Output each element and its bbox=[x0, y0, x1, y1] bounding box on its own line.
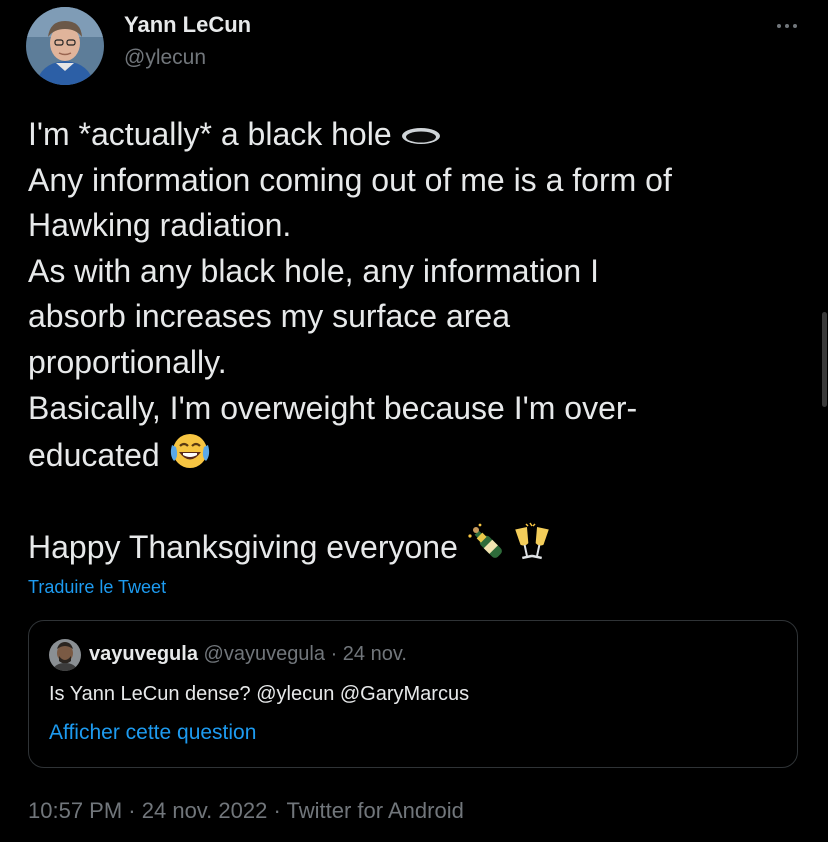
tweet-line: absorb increases my surface area bbox=[28, 298, 510, 335]
tweet-line: I'm *actually* a black hole bbox=[28, 112, 808, 158]
tweet-line: proportionally. bbox=[28, 343, 227, 380]
tweet-line-text: educated bbox=[28, 436, 160, 473]
quote-header: vayuvegula @vayuvegula · 24 nov. bbox=[89, 643, 407, 666]
tweet-line: Any information coming out of me is a fo… bbox=[28, 161, 672, 198]
tweet-line-text: Happy Thanksgiving everyone bbox=[28, 529, 458, 566]
quote-text: Is Yann LeCun dense? @ylecun @GaryMarcus bbox=[49, 683, 470, 705]
tweet-line-empty bbox=[28, 477, 808, 523]
more-horizontal-icon bbox=[777, 24, 797, 28]
quoted-tweet-card[interactable]: vayuvegula @vayuvegula · 24 nov. Is Yann… bbox=[28, 620, 798, 768]
tweet-metadata: 10:57 PM · 24 nov. 2022 · Twitter for An… bbox=[28, 798, 464, 824]
tweet-date[interactable]: 24 nov. 2022 bbox=[142, 798, 268, 823]
author-avatar[interactable] bbox=[26, 7, 104, 85]
tweet-line: Happy Thanksgiving everyone bbox=[28, 522, 808, 568]
hole-emoji bbox=[400, 114, 442, 160]
tweet-time[interactable]: 10:57 PM bbox=[28, 798, 122, 823]
quote-author-avatar[interactable] bbox=[49, 639, 81, 671]
quote-author-name[interactable]: vayuvegula bbox=[89, 643, 198, 665]
quote-separator: · bbox=[330, 643, 338, 665]
tweet-line-text: I'm *actually* a black hole bbox=[28, 116, 392, 152]
tweet-client[interactable]: Twitter for Android bbox=[287, 798, 464, 823]
tweet-line: As with any black hole, any information … bbox=[28, 252, 599, 289]
scrollbar-thumb[interactable] bbox=[822, 312, 827, 407]
author-handle[interactable]: @ylecun bbox=[124, 46, 206, 70]
quote-author-handle[interactable]: @vayuvegula bbox=[204, 643, 325, 665]
tweet-line: Hawking radiation. bbox=[28, 207, 292, 244]
tweet-line: Basically, I'm overweight because I'm ov… bbox=[28, 389, 638, 426]
quote-date[interactable]: 24 nov. bbox=[343, 643, 407, 665]
translate-tweet-link[interactable]: Traduire le Tweet bbox=[28, 577, 166, 598]
bottle-with-popping-cork-emoji bbox=[466, 522, 510, 577]
clinking-glasses-emoji bbox=[512, 522, 552, 577]
tweet-line: educated bbox=[28, 431, 808, 477]
tweet-text: I'm *actually* a black hole Any informat… bbox=[28, 112, 808, 568]
show-question-link[interactable]: Afficher cette question bbox=[49, 721, 256, 745]
meta-separator: · bbox=[273, 798, 281, 823]
author-name[interactable]: Yann LeCun bbox=[124, 12, 251, 38]
meta-separator: · bbox=[128, 798, 136, 823]
face-with-tears-of-joy-emoji bbox=[168, 431, 212, 484]
more-options-button[interactable] bbox=[772, 12, 802, 40]
